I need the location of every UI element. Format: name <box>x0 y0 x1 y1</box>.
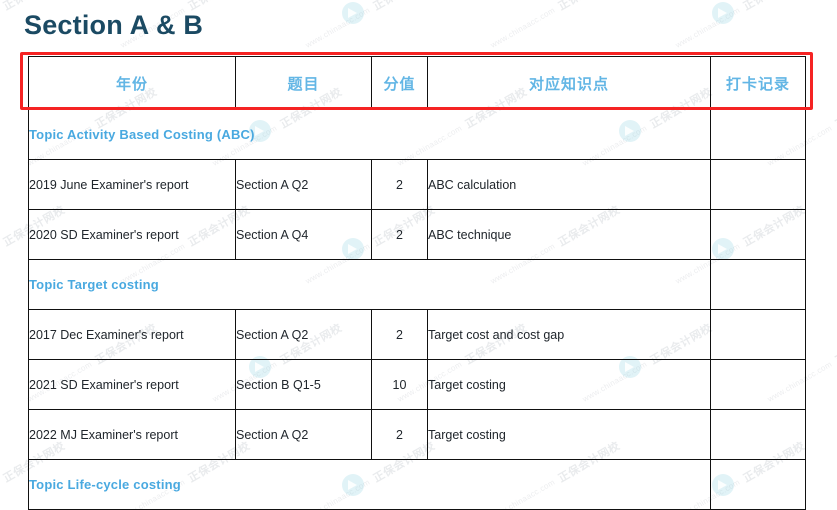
watermark-brand-text: 正保会计网校 <box>370 0 438 14</box>
topic-check-cell[interactable] <box>710 109 806 160</box>
topic-label: Topic Activity Based Costing (ABC) <box>28 109 711 160</box>
cell-knowledge: ABC calculation <box>427 159 711 210</box>
cell-marks: 2 <box>371 309 428 360</box>
table-header-row: 年份 题目 分值 对应知识点 打卡记录 <box>28 56 806 110</box>
cell-marks: 10 <box>371 359 428 410</box>
cell-knowledge: Target costing <box>427 409 711 460</box>
cell-marks: 2 <box>371 409 428 460</box>
watermark-url-text: www.chinaacc.com <box>0 6 2 50</box>
cell-question: Section B Q1-5 <box>235 359 372 410</box>
table-row: 2020 SD Examiner's report Section A Q4 2… <box>28 209 806 260</box>
watermark-url-text: www.chinaacc.com <box>0 478 2 510</box>
cell-marks: 2 <box>371 209 428 260</box>
topic-row: Topic Activity Based Costing (ABC) <box>28 109 806 160</box>
watermark-url-text: www.chinaacc.com <box>489 5 557 50</box>
cell-knowledge: ABC technique <box>427 209 711 260</box>
topic-label: Topic Target costing <box>28 259 711 310</box>
cell-check[interactable] <box>710 159 806 210</box>
table-row: 2021 SD Examiner's report Section B Q1-5… <box>28 359 806 410</box>
watermark-brand-text: 正保会计网校 <box>555 0 623 14</box>
table-row: 2019 June Examiner's report Section A Q2… <box>28 159 806 210</box>
cell-year: 2022 MJ Examiner's report <box>28 409 236 460</box>
topic-row: Topic Target costing <box>28 259 806 310</box>
table-body: Topic Activity Based Costing (ABC) 2019 … <box>28 109 806 510</box>
topic-check-cell[interactable] <box>710 259 806 310</box>
cell-knowledge: Target cost and cost gap <box>427 309 711 360</box>
cell-question: Section A Q2 <box>235 409 372 460</box>
watermark-brand-text: 正保会计网校 <box>833 86 837 131</box>
watermark-brand-text: 正保会计网校 <box>833 322 837 367</box>
cell-year: 2020 SD Examiner's report <box>28 209 236 260</box>
cell-check[interactable] <box>710 209 806 260</box>
topic-row: Topic Life-cycle costing <box>28 459 806 510</box>
cell-question: Section A Q4 <box>235 209 372 260</box>
cell-year: 2021 SD Examiner's report <box>28 359 236 410</box>
cell-question: Section A Q2 <box>235 159 372 210</box>
column-header-check[interactable]: 打卡记录 <box>710 56 806 110</box>
cell-knowledge: Target costing <box>427 359 711 410</box>
cell-check[interactable] <box>710 409 806 460</box>
cell-check[interactable] <box>710 359 806 410</box>
cell-question: Section A Q2 <box>235 309 372 360</box>
watermark-logo-icon <box>712 2 734 24</box>
table-row: 2017 Dec Examiner's report Section A Q2 … <box>28 309 806 360</box>
watermark-url-text: www.chinaacc.com <box>0 242 2 286</box>
cell-marks: 2 <box>371 159 428 210</box>
topic-check-cell[interactable] <box>710 459 806 510</box>
exam-topics-table: 年份 题目 分值 对应知识点 打卡记录 Topic Activity Based… <box>28 56 806 510</box>
cell-year: 2019 June Examiner's report <box>28 159 236 210</box>
column-header-knowledge[interactable]: 对应知识点 <box>427 56 711 110</box>
table-row: 2022 MJ Examiner's report Section A Q2 2… <box>28 409 806 460</box>
watermark-url-text: www.chinaacc.com <box>674 5 742 50</box>
topic-label: Topic Life-cycle costing <box>28 459 711 510</box>
column-header-marks[interactable]: 分值 <box>371 56 428 110</box>
cell-year: 2017 Dec Examiner's report <box>28 309 236 360</box>
column-header-question[interactable]: 题目 <box>235 56 372 110</box>
watermark-brand-text: 正保会计网校 <box>740 0 808 14</box>
column-header-year[interactable]: 年份 <box>28 56 236 110</box>
page-title: Section A & B <box>24 10 204 40</box>
watermark-url-text: www.chinaacc.com <box>304 5 372 50</box>
cell-check[interactable] <box>710 309 806 360</box>
watermark-logo-icon <box>342 2 364 24</box>
